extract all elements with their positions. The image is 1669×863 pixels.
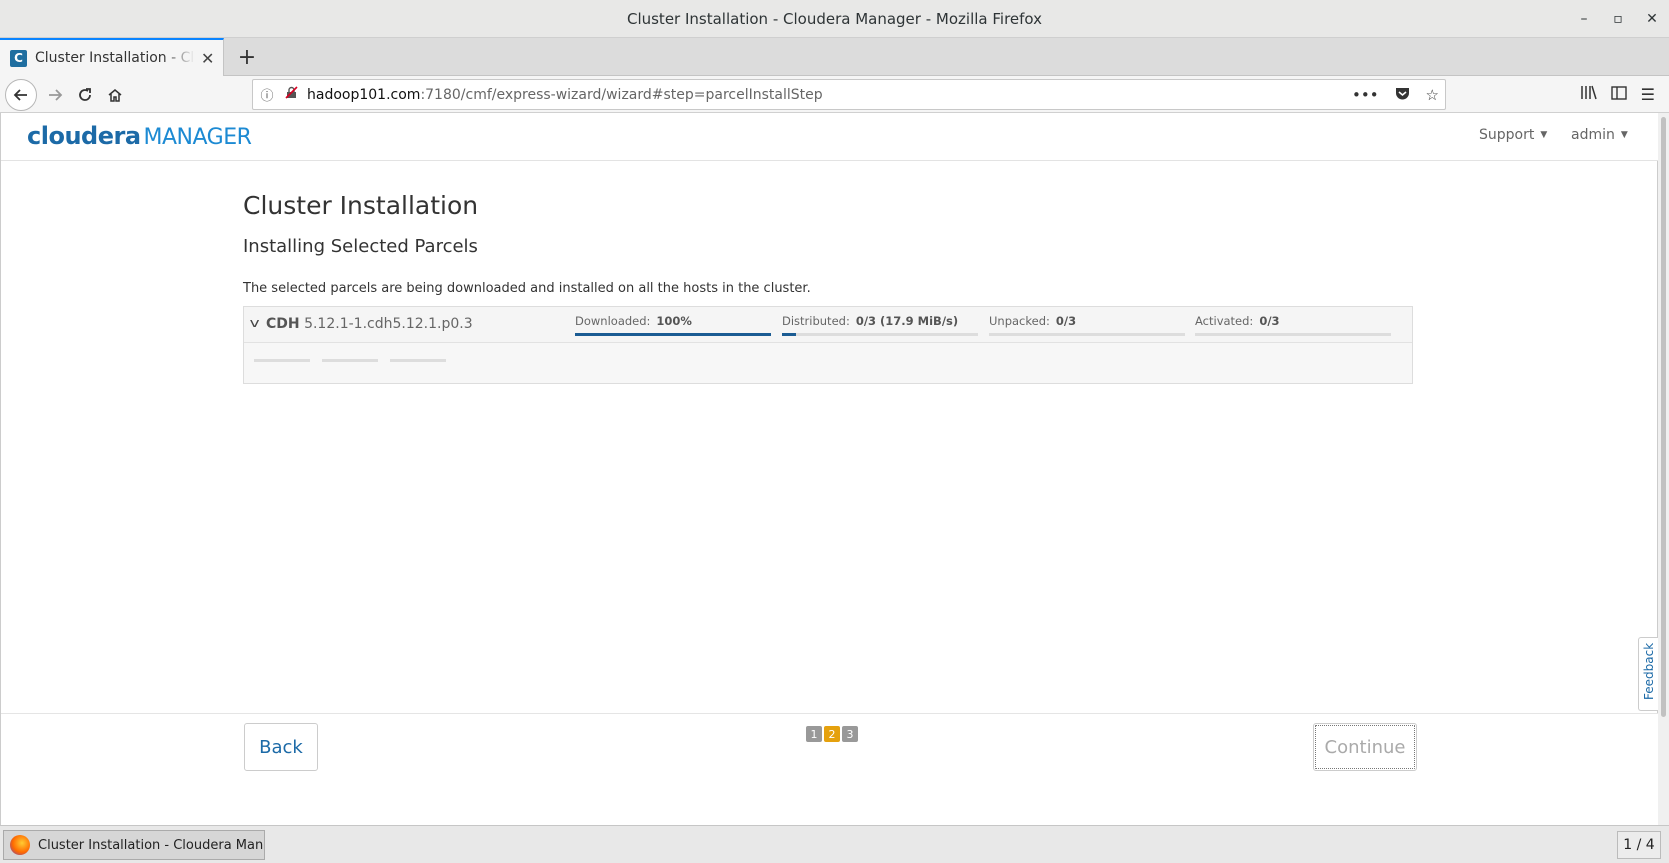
back-arrow-icon[interactable] (5, 79, 37, 111)
insecure-lock-icon[interactable] (281, 86, 301, 103)
cloudera-header: cloudera MANAGER Support ▼ admin ▼ (1, 113, 1658, 161)
parcel-name: CDH 5.12.1-1.cdh5.12.1.p0.3 (266, 316, 473, 332)
pocket-icon[interactable] (1395, 86, 1410, 104)
workspace-pager[interactable]: 1 / 4 (1617, 831, 1661, 859)
support-menu[interactable]: Support ▼ (1479, 127, 1547, 143)
cloudera-favicon-icon: C (10, 49, 27, 67)
new-tab-button[interactable]: + (232, 38, 262, 76)
home-icon[interactable] (100, 80, 130, 110)
page-subtitle: Installing Selected Parcels (243, 236, 478, 257)
url-path: :7180/cmf/express-wizard/wizard#step=par… (420, 86, 823, 103)
stage-downloaded: Downloaded: 100% (575, 314, 771, 338)
url-host: hadoop101.com (307, 86, 421, 103)
hamburger-menu-icon[interactable]: ☰ (1641, 85, 1655, 104)
downloaded-progress-bar (575, 333, 771, 336)
step-1: 1 (806, 726, 822, 742)
minimize-button[interactable]: – (1567, 0, 1601, 38)
sidebar-toggle-icon[interactable] (1610, 85, 1627, 104)
maximize-button[interactable]: ▫ (1601, 0, 1635, 38)
wizard-footer: Back 1 2 3 Continue (1, 713, 1658, 825)
wizard-step-indicator: 1 2 3 (806, 726, 858, 742)
close-tab-icon[interactable]: ✕ (201, 49, 214, 68)
loading-placeholder (254, 359, 446, 362)
feedback-tab[interactable]: Feedback (1638, 637, 1660, 711)
parcel-panel: v CDH 5.12.1-1.cdh5.12.1.p0.3 Downloaded… (243, 306, 1413, 384)
browser-tab[interactable]: C Cluster Installation - Cloudera Manage… (0, 38, 224, 76)
library-icon[interactable] (1580, 85, 1597, 104)
stage-distributed: Distributed: 0/3 (17.9 MiB/s) (782, 314, 978, 338)
parcel-header[interactable]: v CDH 5.12.1-1.cdh5.12.1.p0.3 Downloaded… (244, 307, 1412, 343)
window-title: Cluster Installation - Cloudera Manager … (626, 9, 1043, 28)
tab-strip: C Cluster Installation - Cloudera Manage… (0, 38, 1669, 76)
navigation-toolbar: ⓘ hadoop101.com:7180/cmf/express-wizard/… (0, 76, 1669, 113)
distributed-progress-bar (782, 333, 796, 336)
continue-button[interactable]: Continue (1313, 723, 1417, 771)
tab-title: Cluster Installation - Cloudera Manager (35, 50, 195, 66)
close-window-button[interactable]: ✕ (1635, 0, 1669, 38)
taskbar-firefox-item[interactable]: Cluster Installation - Cloudera Manag... (3, 830, 265, 860)
cloudera-manager-logo[interactable]: cloudera MANAGER (27, 122, 252, 150)
bookmark-star-icon[interactable]: ☆ (1426, 86, 1439, 104)
info-icon[interactable]: ⓘ (253, 85, 281, 104)
stage-activated: Activated: 0/3 (1195, 314, 1391, 338)
stage-unpacked: Unpacked: 0/3 (989, 314, 1185, 338)
admin-user-menu[interactable]: admin ▼ (1571, 127, 1628, 143)
firefox-icon (10, 835, 30, 855)
back-button[interactable]: Back (244, 723, 318, 771)
step-2: 2 (824, 726, 840, 742)
reload-icon[interactable] (70, 80, 100, 110)
page-title: Cluster Installation (243, 191, 479, 220)
window-titlebar: Cluster Installation - Cloudera Manager … (0, 0, 1669, 38)
page-description: The selected parcels are being downloade… (243, 281, 811, 296)
step-3: 3 (842, 726, 858, 742)
caret-down-icon: ▼ (1620, 130, 1628, 140)
forward-arrow-icon[interactable] (40, 80, 70, 110)
url-bar[interactable]: ⓘ hadoop101.com:7180/cmf/express-wizard/… (252, 79, 1446, 110)
page-viewport: cloudera MANAGER Support ▼ admin ▼ Cluster … (0, 113, 1660, 825)
chevron-down-icon[interactable]: v (250, 316, 260, 330)
page-actions-icon[interactable]: ••• (1352, 86, 1379, 104)
os-taskbar: Cluster Installation - Cloudera Manag...… (0, 825, 1669, 863)
vertical-scrollbar[interactable] (1658, 113, 1669, 825)
caret-down-icon: ▼ (1540, 130, 1548, 140)
